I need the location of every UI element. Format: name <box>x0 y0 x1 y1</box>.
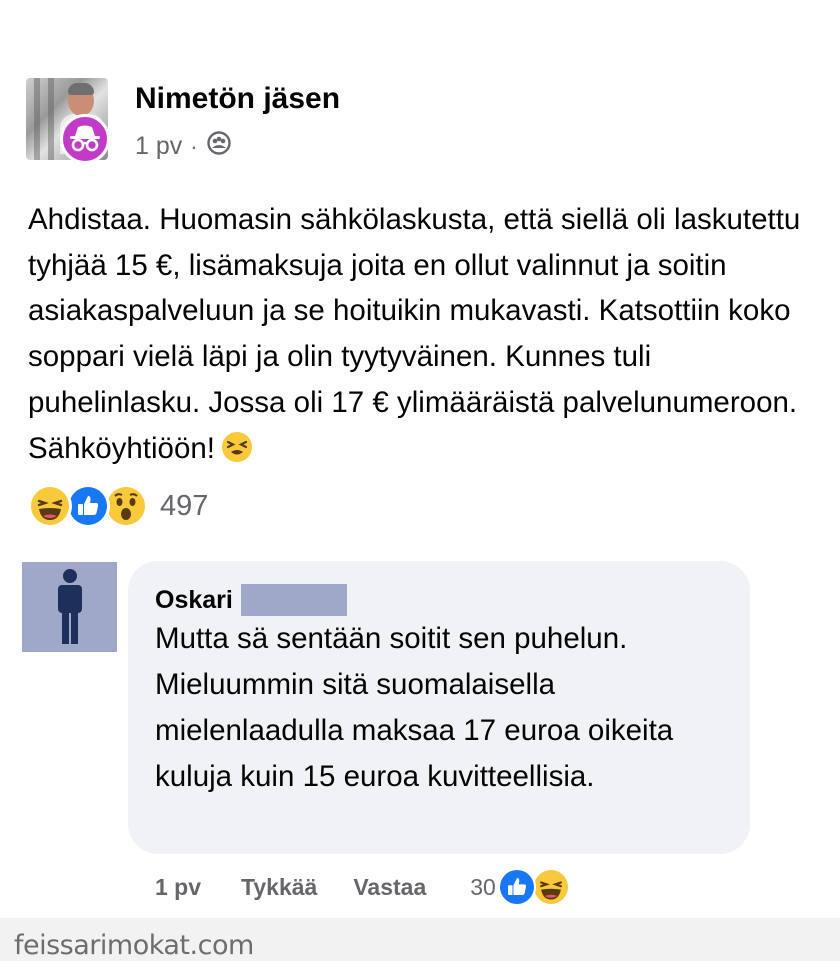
default-person-icon <box>57 569 82 644</box>
comment-text: Mutta sä sentään soitit sen puhelun. Mie… <box>155 622 674 793</box>
comment-reaction-count[interactable]: 30 <box>470 874 496 901</box>
post-reactions[interactable]: 497 <box>28 484 208 528</box>
like-reaction-icon <box>497 868 536 906</box>
group-icon <box>206 130 232 163</box>
post-meta: 1 pv · <box>135 130 232 163</box>
tired-face-emoji <box>221 431 253 477</box>
reaction-count[interactable]: 497 <box>160 490 208 523</box>
commenter-avatar[interactable] <box>22 562 117 652</box>
haha-reaction-icon <box>28 484 72 528</box>
post-author-avatar[interactable] <box>26 78 110 164</box>
comment-actions: 1 pv Tykkää Vastaa 30 <box>155 868 570 906</box>
wow-reaction-icon <box>104 484 148 528</box>
commenter-name-row[interactable]: Oskari <box>155 584 347 616</box>
watermark: feissarimokat.com <box>14 930 254 961</box>
comment-reply-button[interactable]: Vastaa <box>353 874 426 901</box>
like-reaction-icon <box>66 484 110 528</box>
haha-reaction-icon <box>531 868 570 906</box>
meta-separator: · <box>190 133 198 159</box>
post-author-name[interactable]: Nimetön jäsen <box>135 82 340 116</box>
comment-time[interactable]: 1 pv <box>155 874 201 901</box>
post-body: Ahdistaa. Huomasin sähkölaskusta, että s… <box>28 203 801 465</box>
redacted-surname <box>240 584 347 616</box>
post-text: Ahdistaa. Huomasin sähkölaskusta, että s… <box>28 197 818 476</box>
comment-like-button[interactable]: Tykkää <box>241 874 317 901</box>
anonymous-member-icon <box>60 114 110 164</box>
post-time[interactable]: 1 pv <box>135 132 182 161</box>
commenter-name[interactable]: Oskari <box>155 586 233 615</box>
